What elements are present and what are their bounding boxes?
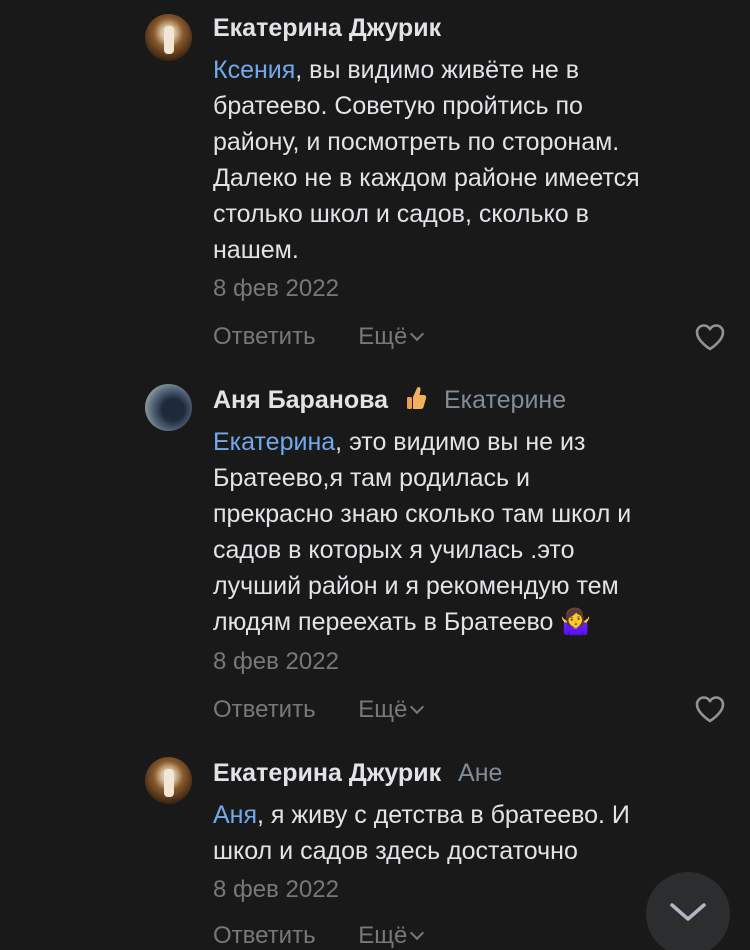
avatar[interactable] — [145, 384, 192, 431]
comment-date: 8 фев 2022 — [213, 648, 339, 675]
emoji: 🤷‍♀️ — [560, 608, 592, 636]
thumbs-up-icon — [405, 385, 427, 415]
more-label: Ещё — [358, 922, 408, 949]
comments-feed: Екатерина Джурик Ксения, вы видимо живёт… — [0, 0, 750, 950]
mention-link[interactable]: Екатерина — [213, 428, 335, 456]
more-label: Ещё — [358, 323, 408, 350]
comment-actions: Ответить Ещё — [213, 323, 425, 351]
chevron-down-icon — [410, 925, 425, 941]
mention-link[interactable]: Аня — [213, 801, 257, 829]
comment-date: 8 фев 2022 — [213, 275, 339, 302]
scroll-down-button[interactable] — [646, 872, 730, 950]
comment-text: Екатерина, это видимо вы не из Братеево,… — [213, 424, 723, 640]
reply-button[interactable]: Ответить — [213, 696, 316, 724]
chevron-down-icon — [410, 699, 425, 715]
comment-header: Аня Баранова Екатерине — [213, 385, 566, 415]
chevron-down-icon — [410, 326, 425, 342]
comment-date: 8 фев 2022 — [213, 876, 339, 903]
comment-text: Ксения, вы видимо живёте не в братеево. … — [213, 52, 723, 268]
more-button[interactable]: Ещё — [358, 922, 425, 950]
avatar[interactable] — [145, 757, 192, 804]
comment-actions: Ответить Ещё — [213, 696, 425, 724]
author-name[interactable]: Аня Баранова — [213, 386, 388, 414]
comment-body: , я живу с детства в братеево. И школ и … — [213, 801, 630, 865]
comment-header: Екатерина Джурик Ане — [213, 759, 502, 788]
mention-link[interactable]: Ксения — [213, 56, 295, 84]
more-button[interactable]: Ещё — [358, 323, 425, 351]
reply-button[interactable]: Ответить — [213, 922, 316, 950]
comment-actions: Ответить Ещё — [213, 922, 425, 950]
more-label: Ещё — [358, 696, 408, 723]
heart-icon[interactable] — [694, 694, 726, 724]
chevron-down-icon — [670, 903, 706, 921]
more-button[interactable]: Ещё — [358, 696, 425, 724]
author-name[interactable]: Екатерина Джурик — [213, 14, 441, 42]
reply-button[interactable]: Ответить — [213, 323, 316, 351]
avatar[interactable] — [145, 14, 192, 61]
comment-body: , вы видимо живёте не в братеево. Совету… — [213, 56, 640, 264]
reply-to[interactable]: Екатерине — [444, 386, 566, 414]
author-name[interactable]: Екатерина Джурик — [213, 759, 441, 787]
comment-header: Екатерина Джурик — [213, 14, 441, 43]
comment-text: Аня, я живу с детства в братеево. И школ… — [213, 797, 723, 869]
heart-icon[interactable] — [694, 322, 726, 352]
reply-to[interactable]: Ане — [458, 759, 502, 787]
